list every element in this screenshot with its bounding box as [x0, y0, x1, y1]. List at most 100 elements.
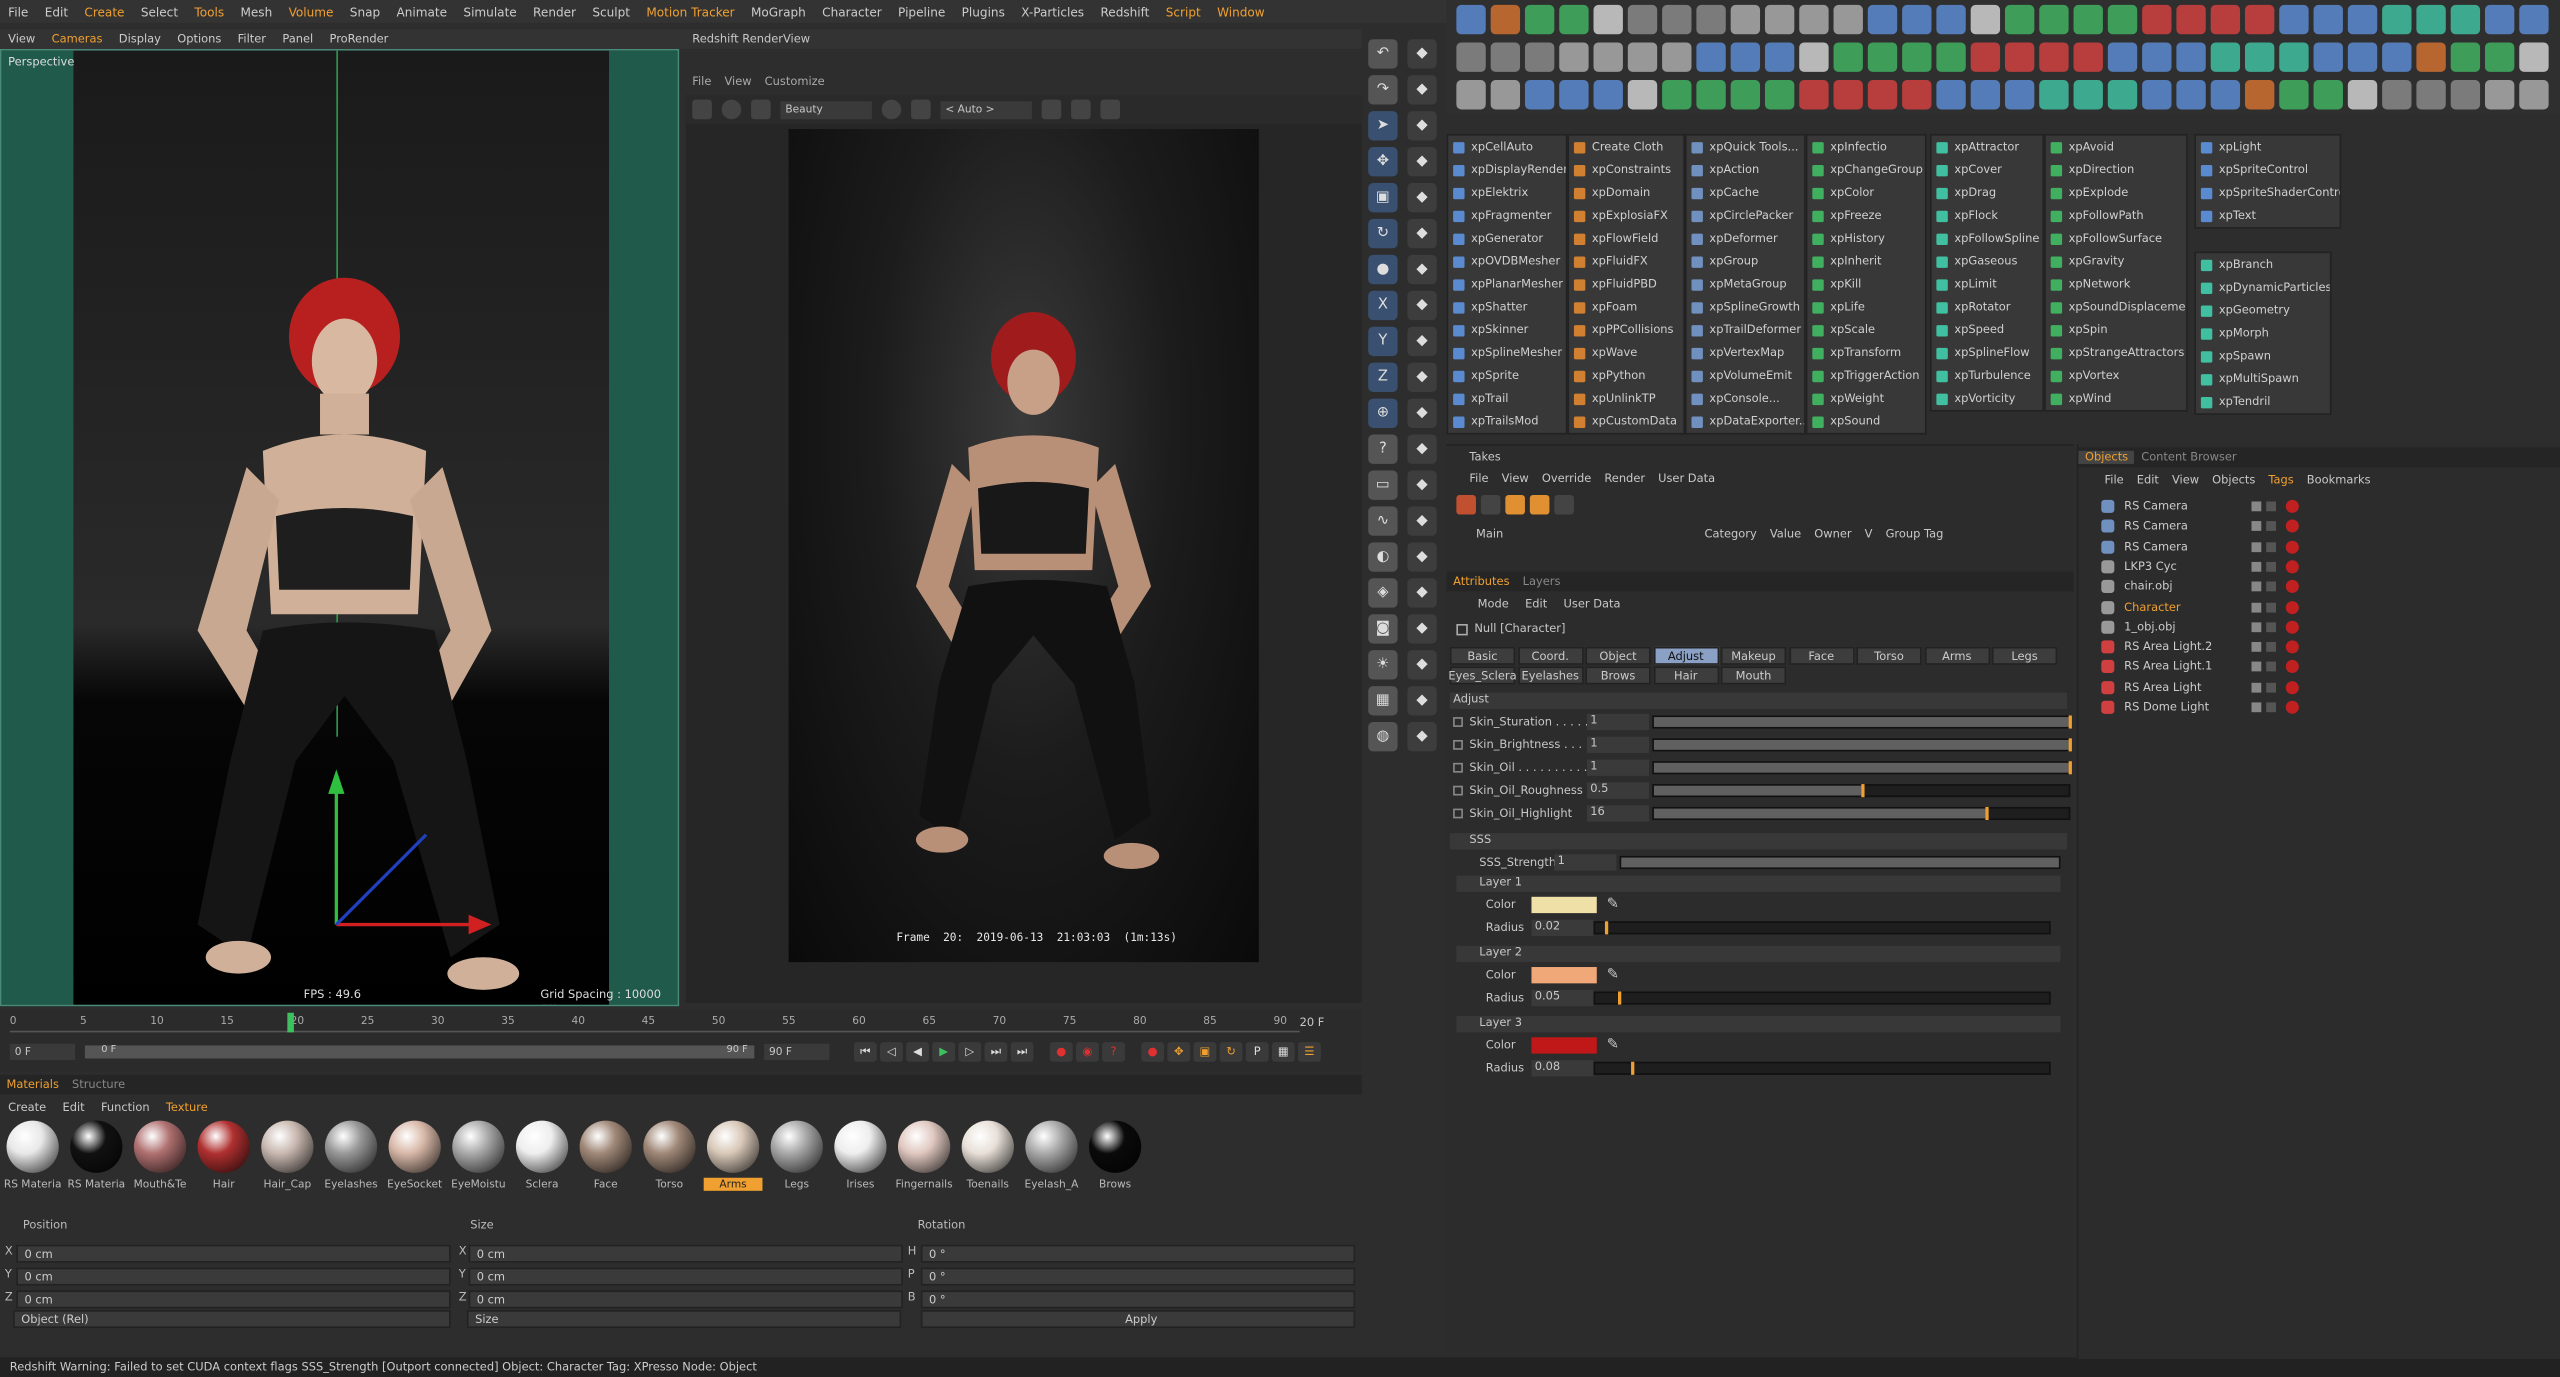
xp-item-xpelektrix[interactable]: xpElektrix: [1448, 181, 1566, 204]
layer-header[interactable]: Layer 2: [1456, 945, 2061, 963]
menu-file[interactable]: File: [0, 4, 37, 19]
tag-icon[interactable]: [2285, 700, 2299, 714]
tool-10-icon[interactable]: ◆: [1407, 398, 1437, 428]
clone-take-icon[interactable]: [1480, 494, 1501, 515]
xp-item-xpscale[interactable]: xpScale: [1807, 319, 1925, 342]
play-button[interactable]: ▶: [932, 1042, 956, 1062]
toolbar-icon[interactable]: [1902, 80, 1932, 110]
toolbar-icon[interactable]: [2107, 4, 2138, 35]
material-rs-materia[interactable]: RS Materia: [3, 1120, 62, 1203]
xp-item-xpbranch[interactable]: xpBranch: [2196, 253, 2330, 276]
tool-8-icon[interactable]: ◆: [1407, 326, 1437, 357]
tag-icon[interactable]: [2285, 660, 2299, 674]
xp-item-xpdynamicparticles[interactable]: xpDynamicParticles: [2196, 276, 2330, 299]
layer-radius-field[interactable]: 0.02: [1531, 919, 1594, 936]
toolbar-icon[interactable]: [2347, 42, 2378, 72]
eyedropper-icon[interactable]: ✎: [1607, 1037, 1619, 1053]
objects-menu-file[interactable]: File: [2098, 474, 2130, 487]
play-icon[interactable]: [721, 99, 742, 120]
attr-tab-hair[interactable]: Hair: [1653, 666, 1719, 685]
autokey-icon[interactable]: ◉: [1075, 1042, 1099, 1062]
toolbar-icon[interactable]: [2382, 4, 2412, 35]
toolbar-icon[interactable]: [2382, 42, 2412, 72]
toolbar-icon[interactable]: [2210, 80, 2241, 110]
xp-item-xpunlinktp[interactable]: xpUnlinkTP: [1569, 387, 1683, 410]
menu-pipeline[interactable]: Pipeline: [890, 4, 954, 19]
tag-icon[interactable]: [2285, 519, 2299, 534]
toolbar-icon[interactable]: [1867, 4, 1898, 35]
tool-19-icon[interactable]: ◆: [1407, 722, 1437, 752]
xp-item-xpgaseous[interactable]: xpGaseous: [1931, 250, 2042, 273]
toolbar-icon[interactable]: [1627, 4, 1658, 35]
nurbs-icon[interactable]: ◐: [1368, 542, 1398, 572]
object-row[interactable]: RS Camera: [2085, 517, 2558, 537]
sss-strength-field[interactable]: 1: [1554, 854, 1617, 871]
tab-structure[interactable]: Structure: [65, 1078, 131, 1091]
toolbar-icon[interactable]: [2484, 80, 2515, 110]
menu-motion-tracker[interactable]: Motion Tracker: [638, 4, 743, 19]
toolbar-icon[interactable]: [1696, 4, 1726, 35]
tool-14-icon[interactable]: ◆: [1407, 542, 1437, 572]
toolbar-icon[interactable]: [1936, 42, 1966, 72]
toolbar-icon[interactable]: [2176, 4, 2206, 35]
toolbar-icon[interactable]: [2244, 42, 2275, 72]
toolbar-icon[interactable]: [1456, 80, 1486, 110]
toolbar-icon[interactable]: [2347, 80, 2378, 110]
toolbar-icon[interactable]: [2347, 4, 2378, 35]
toolbar-icon[interactable]: [2519, 4, 2549, 35]
attr-tab-legs[interactable]: Legs: [1991, 646, 2058, 665]
timeline-ruler[interactable]: 0 5 10 15 20 25 30 35 40 45 50 55 60 65 70 75 80 85 90: [9, 1013, 1300, 1033]
tab-layers[interactable]: Layers: [1516, 575, 1567, 588]
layer-radius-field[interactable]: 0.08: [1531, 1060, 1594, 1077]
perspective-viewport[interactable]: Perspective FPS : 49.6 Grid Spacing : 10…: [0, 49, 680, 1007]
attr-tab-coord[interactable]: Coord.: [1517, 646, 1583, 665]
toolbar-icon[interactable]: [1524, 42, 1555, 72]
crop-icon[interactable]: [911, 99, 931, 120]
snapshot-icon[interactable]: [881, 99, 902, 120]
tool-12-icon[interactable]: ◆: [1407, 470, 1437, 500]
size-mode-select[interactable]: Size: [466, 1310, 902, 1329]
param-value-field[interactable]: 16: [1586, 805, 1650, 822]
toolbar-icon[interactable]: [2107, 42, 2138, 72]
toolbar-icon[interactable]: [2073, 80, 2103, 110]
layer-icon[interactable]: [2251, 642, 2262, 652]
xp-item-xpdeformer[interactable]: xpDeformer: [1687, 227, 1805, 250]
xp-item-xpexplosiafx[interactable]: xpExplosiaFX: [1569, 204, 1683, 227]
xp-item-xpdataexporter[interactable]: xpDataExporter...: [1687, 410, 1804, 433]
keyframe-selection-icon[interactable]: ?: [1102, 1042, 1125, 1062]
material-eyelashes[interactable]: Eyelashes: [322, 1120, 381, 1203]
materials-menu-function[interactable]: Function: [93, 1101, 158, 1114]
tab-attributes[interactable]: Attributes: [1447, 575, 1516, 588]
viewport-menu-panel[interactable]: Panel: [274, 33, 321, 46]
visibility-icon[interactable]: [2266, 501, 2276, 512]
toolbar-icon[interactable]: [1662, 42, 1692, 72]
object-row[interactable]: RS Dome Light: [2085, 698, 2558, 718]
layer-color-swatch[interactable]: [1531, 967, 1597, 984]
menu-script[interactable]: Script: [1158, 4, 1209, 19]
tool-7-icon[interactable]: ◆: [1407, 290, 1437, 321]
toolbar-icon[interactable]: [1833, 42, 1863, 72]
xp-item-xpconsole[interactable]: xpConsole...: [1687, 387, 1805, 410]
material-sclera[interactable]: Sclera: [513, 1120, 572, 1203]
toolbar-icon[interactable]: [2176, 80, 2206, 110]
toolbar-icon[interactable]: [1456, 4, 1486, 35]
y-axis-icon[interactable]: Y: [1368, 326, 1398, 357]
xp-item-xpattractor[interactable]: xpAttractor: [1931, 136, 2042, 159]
renderview-menu-file[interactable]: File: [686, 75, 718, 88]
eyedropper-icon[interactable]: ✎: [1607, 897, 1619, 913]
xp-item-xpcover[interactable]: xpCover: [1931, 158, 2042, 181]
material-eyesocket[interactable]: EyeSocket: [385, 1120, 444, 1203]
visibility-icon[interactable]: [2266, 521, 2276, 532]
floor-icon[interactable]: ▦: [1368, 686, 1398, 716]
attr-tab-torso[interactable]: Torso: [1856, 646, 1922, 665]
object-row[interactable]: RS Camera: [2085, 537, 2558, 557]
toolbar-icon[interactable]: [1936, 80, 1966, 110]
xp-item-xpcolor[interactable]: xpColor: [1807, 181, 1925, 204]
material-face[interactable]: Face: [576, 1120, 635, 1203]
menu-snap[interactable]: Snap: [342, 4, 389, 19]
toolbar-icon[interactable]: [1970, 42, 2001, 72]
xp-item-xpvolumeemit[interactable]: xpVolumeEmit: [1687, 364, 1805, 387]
go-to-start-button[interactable]: ⏮: [853, 1042, 877, 1062]
tag-icon[interactable]: [2285, 640, 2299, 654]
attr-tab-object[interactable]: Object: [1585, 646, 1651, 665]
